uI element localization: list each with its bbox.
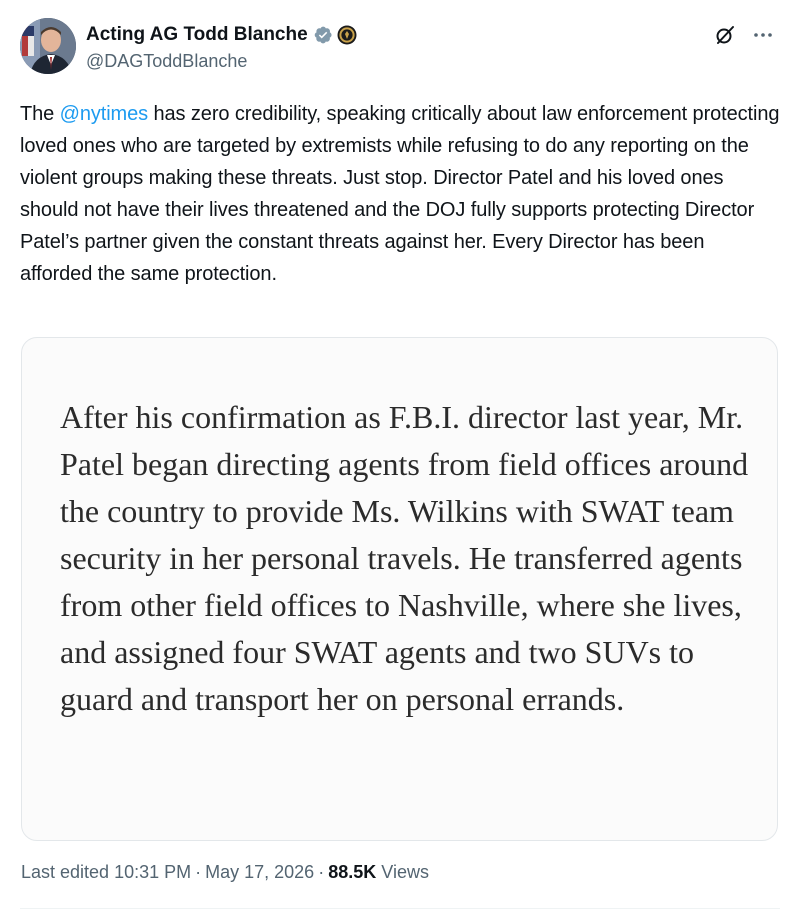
tweet: Acting AG Todd Blanche @DAGToddBlanche T… bbox=[0, 0, 800, 918]
top-actions bbox=[714, 24, 774, 46]
avatar[interactable] bbox=[20, 18, 76, 74]
mention-link[interactable]: @nytimes bbox=[60, 103, 149, 125]
display-name-row: Acting AG Todd Blanche bbox=[86, 22, 357, 48]
display-name[interactable]: Acting AG Todd Blanche bbox=[86, 24, 308, 46]
tweet-meta: Last edited 10:31 PM · May 17, 2026 · 88.5K … bbox=[21, 862, 429, 883]
more-icon[interactable] bbox=[752, 24, 774, 46]
post-date[interactable]: May 17, 2026 bbox=[205, 862, 314, 882]
article-excerpt-text: After his confirmation as F.B.I. directo… bbox=[60, 399, 749, 717]
views-count: 88.5K bbox=[328, 862, 377, 882]
tweet-text-start: The bbox=[20, 103, 60, 125]
tweet-text: The @nytimes has zero credibility, speak… bbox=[20, 98, 780, 290]
author-handle[interactable]: @DAGToddBlanche bbox=[86, 51, 357, 72]
meta-separator: · bbox=[195, 862, 202, 882]
tweet-text-rest: has zero credibility, speaking criticall… bbox=[20, 103, 780, 285]
meta-separator: · bbox=[318, 862, 325, 882]
author-names: Acting AG Todd Blanche @DAGToddBlanche bbox=[86, 22, 357, 72]
verified-badge-icon[interactable] bbox=[313, 25, 333, 45]
doj-seal-icon bbox=[337, 25, 357, 45]
divider bbox=[20, 908, 780, 909]
attached-image[interactable]: After his confirmation as F.B.I. directo… bbox=[21, 337, 778, 841]
tweet-header: Acting AG Todd Blanche @DAGToddBlanche bbox=[20, 18, 780, 78]
grok-icon[interactable] bbox=[714, 24, 736, 46]
views-label: Views bbox=[381, 862, 429, 882]
edited-label[interactable]: Last edited 10:31 PM bbox=[21, 862, 191, 882]
